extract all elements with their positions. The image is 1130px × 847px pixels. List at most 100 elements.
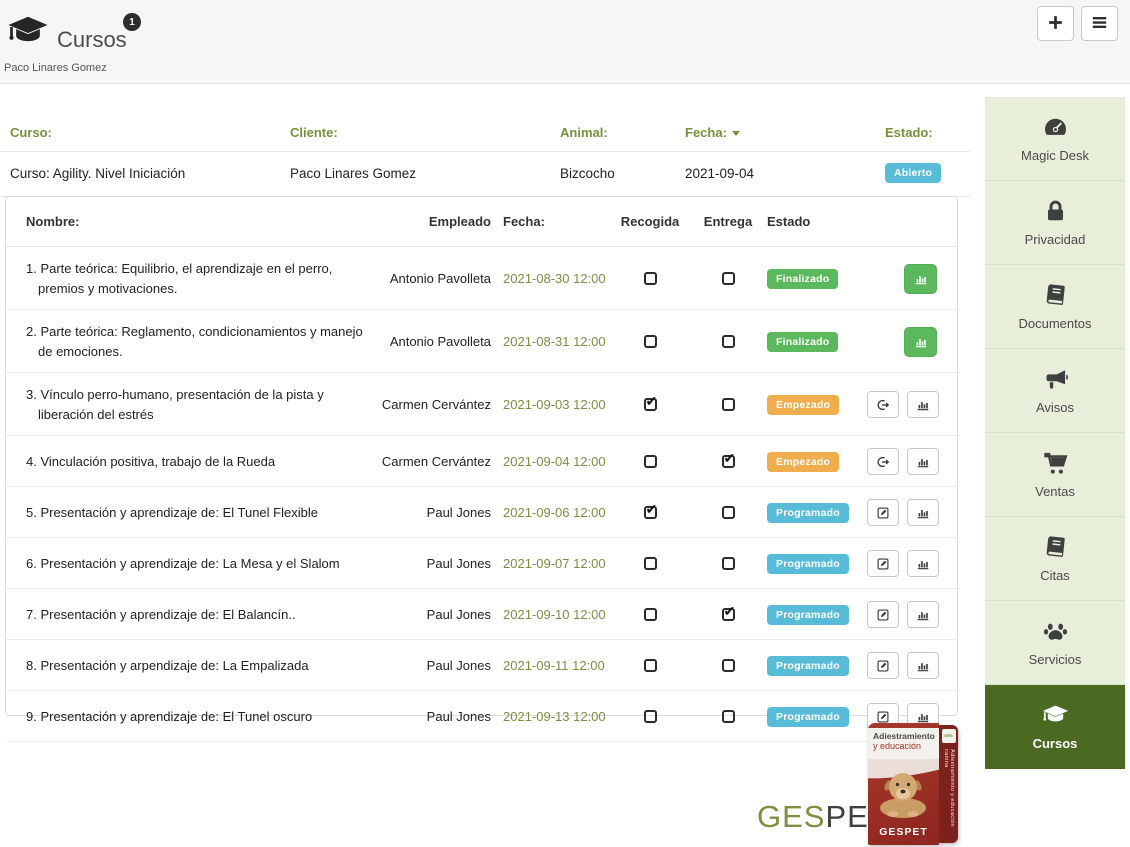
sidebar-item-servicios[interactable]: Servicios (985, 601, 1125, 685)
edit-button[interactable] (867, 601, 899, 628)
stats-icon (916, 659, 930, 673)
table-row: 2. Parte teórica: Reglamento, condiciona… (6, 310, 957, 373)
megaphone-icon (1042, 366, 1069, 393)
column-recogida: Recogida (611, 214, 689, 229)
recogida-checkbox[interactable] (644, 710, 657, 723)
recogida-checkbox[interactable] (644, 506, 657, 519)
column-curso: Curso: (10, 125, 290, 140)
sidebar-item-cursos[interactable]: Cursos (985, 685, 1125, 769)
stats-button[interactable] (907, 391, 939, 418)
table-row: 3. Vínculo perro-humano, presentación de… (6, 373, 957, 436)
recogida-checkbox[interactable] (644, 557, 657, 570)
table-row: 4. Vinculación positiva, trabajo de la R… (6, 436, 957, 487)
sessions-table-body: 1. Parte teórica: Equilibrio, el aprendi… (6, 247, 957, 742)
session-employee: Carmen Cervántez (381, 454, 491, 469)
recogida-checkbox[interactable] (644, 608, 657, 621)
stats-icon (916, 710, 930, 724)
sidebar-item-magic-desk[interactable]: Magic Desk (985, 97, 1125, 181)
entrega-checkbox[interactable] (722, 608, 735, 621)
course-table: Curso: Cliente: Animal: Fecha: Estado: C… (0, 117, 970, 197)
status-badge: Abierto (885, 163, 941, 183)
sidebar-item-avisos[interactable]: Avisos (985, 349, 1125, 433)
column-estado-sessions: Estado (767, 214, 867, 229)
stats-button[interactable] (904, 327, 937, 357)
book-icon (1042, 534, 1069, 561)
sidebar-item-documentos[interactable]: Documentos (985, 265, 1125, 349)
column-nombre: Nombre: (26, 214, 381, 229)
session-status-badge: Programado (767, 707, 849, 727)
column-estado: Estado: (885, 125, 970, 140)
sessions-table-header: Nombre: Empleado Fecha: Recogida Entrega… (6, 197, 957, 247)
page-title: Cursos (57, 27, 127, 53)
edit-button[interactable] (867, 499, 899, 526)
menu-button[interactable] (1081, 6, 1118, 41)
column-entrega: Entrega (689, 214, 767, 229)
plus-icon (1046, 13, 1065, 35)
entrega-checkbox[interactable] (722, 398, 735, 411)
session-name: 5. Presentación y aprendizaje de: El Tun… (26, 503, 381, 523)
hamburger-icon (1090, 13, 1109, 35)
stats-icon (914, 335, 928, 349)
column-cliente: Cliente: (290, 125, 560, 140)
entrega-checkbox[interactable] (722, 335, 735, 348)
user-name: Paco Linares Gomez (4, 62, 107, 74)
checkout-button[interactable] (867, 448, 899, 475)
add-button[interactable] (1037, 6, 1074, 41)
session-date: 2021-09-11 12:00 (491, 658, 611, 673)
edit-button[interactable] (867, 652, 899, 679)
session-employee: Paul Jones (381, 658, 491, 673)
sidebar-item-ventas[interactable]: Ventas (985, 433, 1125, 517)
recogida-checkbox[interactable] (644, 398, 657, 411)
book-icon (1042, 282, 1069, 309)
course-row[interactable]: Curso: Agility. Nivel Iniciación Paco Li… (0, 152, 970, 197)
course-table-header: Curso: Cliente: Animal: Fecha: Estado: (0, 117, 970, 152)
sidebar-item-privacidad[interactable]: Privacidad (985, 181, 1125, 265)
sidebar-item-label: Ventas (1035, 484, 1075, 499)
checkout-button[interactable] (867, 391, 899, 418)
sessions-card: Nombre: Empleado Fecha: Recogida Entrega… (5, 196, 958, 716)
session-name: 3. Vínculo perro-humano, presentación de… (26, 385, 381, 424)
stats-button[interactable] (907, 652, 939, 679)
column-fecha-sort[interactable]: Fecha: (685, 125, 885, 140)
course-date: 2021-09-04 (685, 166, 885, 181)
lock-icon (1042, 198, 1069, 225)
stats-button[interactable] (907, 448, 939, 475)
sidebar: Magic Desk Privacidad Documentos Avisos … (985, 97, 1125, 769)
stats-button[interactable] (907, 601, 939, 628)
session-status-badge: Programado (767, 605, 849, 625)
recogida-checkbox[interactable] (644, 335, 657, 348)
sidebar-item-citas[interactable]: Citas (985, 517, 1125, 601)
sidebar-item-label: Servicios (1029, 652, 1082, 667)
session-employee: Paul Jones (381, 709, 491, 724)
entrega-checkbox[interactable] (722, 272, 735, 285)
session-date: 2021-09-03 12:00 (491, 397, 611, 412)
stats-button[interactable] (907, 550, 939, 577)
table-row: 1. Parte teórica: Equilibrio, el aprendi… (6, 247, 957, 310)
entrega-checkbox[interactable] (722, 557, 735, 570)
entrega-checkbox[interactable] (722, 455, 735, 468)
column-fecha: Fecha: (491, 214, 611, 229)
box-title: Adiestramiento (873, 731, 939, 741)
session-status-badge: Empezado (767, 452, 839, 472)
recogida-checkbox[interactable] (644, 455, 657, 468)
session-employee: Antonio Pavolleta (381, 271, 491, 286)
edit-icon (876, 506, 890, 520)
graduation-cap-icon (1042, 702, 1069, 729)
stats-button[interactable] (907, 499, 939, 526)
session-status-badge: Finalizado (767, 269, 838, 289)
edit-button[interactable] (867, 550, 899, 577)
stats-icon (914, 272, 928, 286)
recogida-checkbox[interactable] (644, 659, 657, 672)
entrega-checkbox[interactable] (722, 710, 735, 723)
column-animal: Animal: (560, 125, 685, 140)
session-employee: Antonio Pavolleta (381, 334, 491, 349)
cart-icon (1042, 450, 1069, 477)
recogida-checkbox[interactable] (644, 272, 657, 285)
signout-icon (876, 398, 890, 412)
stats-button[interactable] (904, 264, 937, 294)
session-status-badge: Empezado (767, 395, 839, 415)
entrega-checkbox[interactable] (722, 506, 735, 519)
session-status-badge: Finalizado (767, 332, 838, 352)
session-date: 2021-09-10 12:00 (491, 607, 611, 622)
entrega-checkbox[interactable] (722, 659, 735, 672)
